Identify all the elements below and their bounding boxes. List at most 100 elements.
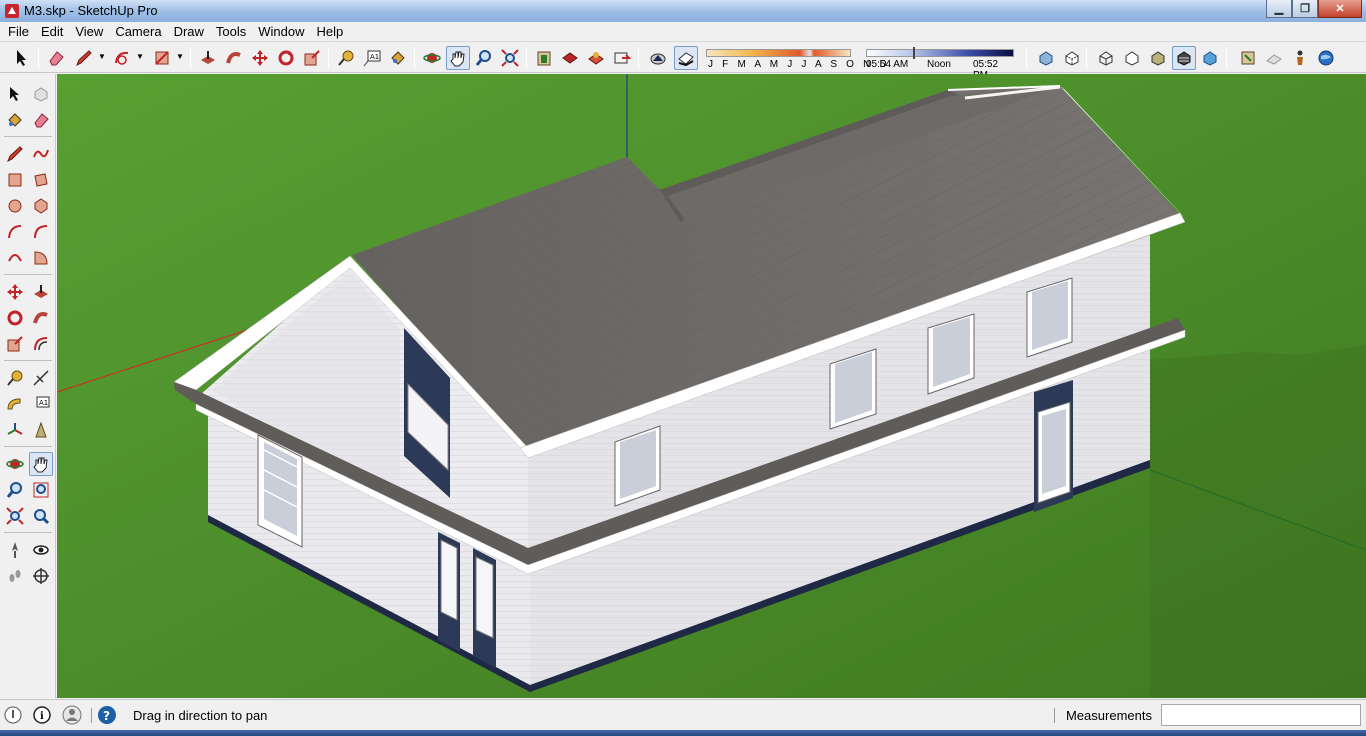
month-scale-bar[interactable] bbox=[706, 49, 851, 57]
lt-look-around-button[interactable] bbox=[29, 538, 53, 562]
measurements-input[interactable] bbox=[1161, 704, 1361, 726]
shaded-textures-style-button[interactable] bbox=[1172, 46, 1196, 70]
text-label-icon: A1 bbox=[36, 396, 50, 408]
toggle-terrain-button[interactable] bbox=[1262, 46, 1286, 70]
rotate-tool-button[interactable] bbox=[274, 46, 298, 70]
push-pull-tool-button[interactable] bbox=[196, 46, 220, 70]
lt-eraser-button[interactable] bbox=[29, 108, 53, 132]
menu-help[interactable]: Help bbox=[311, 22, 350, 42]
preview-google-earth-button[interactable] bbox=[1314, 46, 1338, 70]
lt-zoom-extents-button[interactable] bbox=[3, 504, 27, 528]
move-tool-button[interactable] bbox=[248, 46, 272, 70]
lt-protractor-button[interactable] bbox=[3, 392, 27, 416]
sign-in-user-icon[interactable] bbox=[62, 705, 82, 725]
rectangle-tool-button[interactable] bbox=[150, 46, 174, 70]
menu-camera[interactable]: Camera bbox=[109, 22, 167, 42]
lt-rectangle-button[interactable] bbox=[3, 168, 27, 192]
lt-tape-measure-button[interactable] bbox=[3, 366, 27, 390]
shadows-toggle-button[interactable] bbox=[646, 46, 670, 70]
shaded-style-button[interactable] bbox=[1146, 46, 1170, 70]
lt-polygon-button[interactable] bbox=[29, 194, 53, 218]
lt-zoom-button[interactable] bbox=[3, 478, 27, 502]
share-component-button[interactable] bbox=[584, 46, 608, 70]
wireframe-style-button[interactable] bbox=[1094, 46, 1118, 70]
add-location-button[interactable] bbox=[1236, 46, 1260, 70]
rectangle-dropdown-icon[interactable]: ▼ bbox=[176, 52, 184, 61]
lt-push-pull-button[interactable] bbox=[29, 280, 53, 304]
time-scale-bar[interactable] bbox=[866, 49, 1014, 57]
lt-dimension-button[interactable] bbox=[29, 366, 53, 390]
lt-three-point-arc-button[interactable] bbox=[3, 246, 27, 270]
orbit-tool-button[interactable] bbox=[420, 46, 444, 70]
lt-move-button[interactable] bbox=[3, 280, 27, 304]
hidden-line-style-button[interactable] bbox=[1120, 46, 1144, 70]
lt-two-point-arc-button[interactable] bbox=[29, 220, 53, 244]
photo-textures-button[interactable] bbox=[1288, 46, 1312, 70]
follow-me-tool-button[interactable] bbox=[222, 46, 246, 70]
zoom-tool-button[interactable] bbox=[472, 46, 496, 70]
lt-position-camera-button[interactable] bbox=[3, 538, 27, 562]
shadow-time-slider[interactable]: 05:54 AM Noon 05:52 PM bbox=[866, 47, 1014, 81]
pan-tool-button[interactable] bbox=[446, 46, 470, 70]
menu-view[interactable]: View bbox=[69, 22, 109, 42]
select-tool-button[interactable] bbox=[10, 46, 34, 70]
maximize-button[interactable]: ❐ bbox=[1292, 0, 1318, 18]
text-tool-button[interactable]: A1 bbox=[360, 46, 384, 70]
lt-circle-button[interactable] bbox=[3, 194, 27, 218]
menu-window[interactable]: Window bbox=[252, 22, 310, 42]
scale-tool-button[interactable] bbox=[300, 46, 324, 70]
eraser-tool-button[interactable] bbox=[44, 46, 68, 70]
back-edges-style-button[interactable] bbox=[1060, 46, 1084, 70]
lt-offset-button[interactable] bbox=[29, 332, 53, 356]
extension-warehouse-button[interactable] bbox=[610, 46, 634, 70]
lt-arc-button[interactable] bbox=[3, 220, 27, 244]
shadow-month-slider[interactable]: J F M A M J J A S O N D bbox=[706, 47, 887, 71]
geo-location-status-icon[interactable] bbox=[3, 705, 23, 725]
time-slider-handle[interactable] bbox=[913, 47, 915, 59]
zoom-extents-tool-button[interactable] bbox=[498, 46, 522, 70]
lt-select-button[interactable] bbox=[3, 82, 27, 106]
tape-measure-tool-button[interactable] bbox=[334, 46, 358, 70]
xray-style-button[interactable] bbox=[1034, 46, 1058, 70]
close-button[interactable]: ✕ bbox=[1318, 0, 1362, 18]
menu-file[interactable]: File bbox=[2, 22, 35, 42]
arc-dropdown-icon[interactable]: ▼ bbox=[136, 52, 144, 61]
lt-paint-bucket-button[interactable] bbox=[3, 108, 27, 132]
menu-draw[interactable]: Draw bbox=[168, 22, 210, 42]
lt-rotate-button[interactable] bbox=[3, 306, 27, 330]
credits-info-icon[interactable]: i bbox=[32, 705, 52, 725]
pencil-dropdown-icon[interactable]: ▼ bbox=[98, 52, 106, 61]
lt-walk-button[interactable] bbox=[3, 564, 27, 588]
move-icon bbox=[252, 50, 268, 66]
lt-axes-button[interactable] bbox=[3, 418, 27, 442]
warehouse-button[interactable] bbox=[532, 46, 556, 70]
fog-toggle-button[interactable] bbox=[674, 46, 698, 70]
look-around-eye-icon bbox=[33, 545, 49, 555]
share-model-button[interactable] bbox=[558, 46, 582, 70]
lt-section-plane-button[interactable] bbox=[29, 564, 53, 588]
lt-pie-button[interactable] bbox=[29, 246, 53, 270]
lt-scale-button[interactable] bbox=[3, 332, 27, 356]
lt-text-button[interactable]: A1 bbox=[29, 392, 53, 416]
lt-make-component-button[interactable] bbox=[29, 82, 53, 106]
lt-zoom-window-button[interactable] bbox=[29, 478, 53, 502]
lt-line-button[interactable] bbox=[3, 142, 27, 166]
lt-previous-view-button[interactable] bbox=[29, 504, 53, 528]
pencil-tool-button[interactable] bbox=[72, 46, 96, 70]
monochrome-style-button[interactable] bbox=[1198, 46, 1222, 70]
lt-freehand-button[interactable] bbox=[29, 142, 53, 166]
lt-pan-button[interactable] bbox=[29, 452, 53, 476]
paint-bucket-tool-button[interactable] bbox=[386, 46, 410, 70]
menu-edit[interactable]: Edit bbox=[35, 22, 69, 42]
lt-rotated-rectangle-button[interactable] bbox=[29, 168, 53, 192]
add-location-icon bbox=[1241, 51, 1255, 65]
model-canvas[interactable] bbox=[57, 74, 1366, 698]
minimize-button[interactable]: ▁ bbox=[1266, 0, 1292, 18]
lt-3d-text-button[interactable] bbox=[29, 418, 53, 442]
menu-tools[interactable]: Tools bbox=[210, 22, 252, 42]
drawing-area-viewport[interactable] bbox=[57, 74, 1366, 698]
lt-orbit-button[interactable] bbox=[3, 452, 27, 476]
instructor-help-icon[interactable]: ? bbox=[97, 705, 117, 725]
lt-follow-me-button[interactable] bbox=[29, 306, 53, 330]
arc-tool-button[interactable] bbox=[110, 46, 134, 70]
